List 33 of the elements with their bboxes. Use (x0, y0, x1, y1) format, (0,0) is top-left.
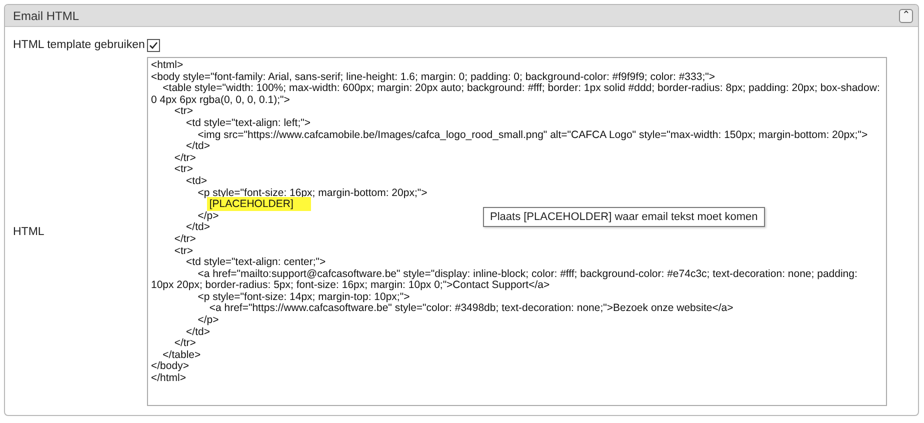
code-line: <table style="width: 100%; max-width: 600px; margin: 20px auto; background: #fff; border: 1px solid #ddd; border-radius: 8px; padding: 20px; box-shadow: 0 4px 6px rgba(0, 0, 0, 0.1);"> (151, 83, 881, 106)
highlighted-text: [PLACEHOLDER] (207, 197, 312, 212)
collapse-button[interactable]: ⌃ (899, 8, 913, 22)
code-line: </html> (151, 373, 186, 385)
code-line: <img src="https://www.cafcamobile.be/Images/cafca_logo_rood_small.png" alt="CAFCA Logo" style="max-width: 150px; margin-bottom: 20px;"> (196, 130, 868, 141)
code-line: </tr> (173, 152, 196, 164)
code-line: </tr> (173, 338, 196, 350)
html-editor[interactable] (147, 57, 887, 406)
code-line: <tr> (173, 246, 194, 257)
code-line: <html> (151, 60, 184, 72)
code-line: </p> (196, 210, 219, 222)
code-line: <a href="mailto:support@cafcasoftware.be" style="display: inline-block; color: #fff; background-color: #e74c3c; text-decoration: none; padding: 10px 20px; border-radius: 5px; font-size: 16px; margin: 10px 0;">Contact Support</a> (151, 268, 858, 292)
code-line: </table> (162, 350, 201, 361)
field-label: HTML (13, 226, 46, 238)
code-line: </td> (185, 141, 210, 153)
tooltip: Plaats [PLACEHOLDER] waar email tekst moet komen (483, 207, 765, 227)
code-line: </td> (185, 326, 210, 338)
panel-title: Email HTML (13, 8, 80, 22)
code-line: <p style="font-size: 14px; margin-top: 10px;"> (196, 292, 410, 304)
checkbox[interactable] (147, 38, 160, 52)
code-line: </p> (196, 315, 219, 327)
code-line: </body> (151, 361, 189, 373)
code-line: <tr> (174, 106, 194, 118)
code-line: <tr> (173, 164, 194, 176)
code-line: <a href="https://www.cafcasoftware.be" style="color: #3498db; text-decoration: none;">Bezoek onze website</a> (209, 303, 734, 315)
code-line: <p style="font-size: 16px; margin-bottom: 20px;"> (196, 188, 428, 199)
code-line: <td style="text-align: left;"> (185, 118, 310, 130)
code-line: <td style="text-align: center;"> (185, 257, 326, 269)
code-line: <body style="font-family: Arial, sans-serif; line-height: 1.6; margin: 0; padding: 0; background-color: #f9f9f9; color: #333;"> (151, 72, 715, 83)
code-line: </tr> (173, 234, 196, 246)
field-label: HTML template gebruiken (13, 39, 146, 51)
code-line: </td> (185, 222, 210, 234)
code-line: <td> (185, 176, 208, 188)
